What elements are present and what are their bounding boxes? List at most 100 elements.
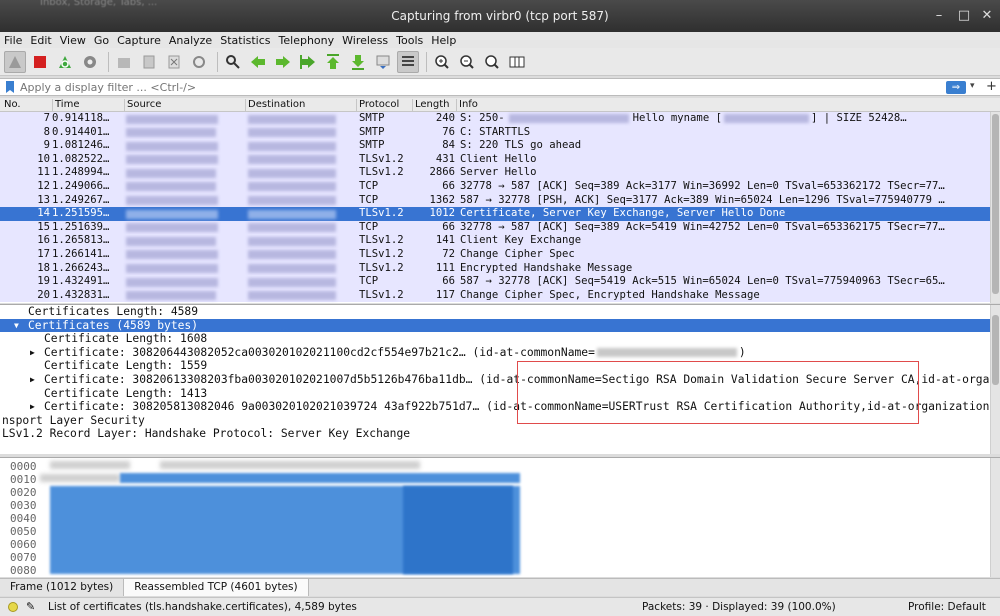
zoom-normal-icon[interactable] xyxy=(481,51,503,73)
packet-row[interactable]: 10 1.082522… TLSv1.2 431 Client Hello xyxy=(0,152,1000,167)
detail-tree-row[interactable]: Certificate Length: 1559 xyxy=(0,359,1000,373)
column-length[interactable]: Length xyxy=(412,99,450,112)
detail-tree-row[interactable]: nsport Layer Security xyxy=(0,414,1000,428)
expanded-arrow-icon[interactable]: ▼ xyxy=(14,321,19,330)
colorize-icon[interactable] xyxy=(397,50,419,73)
zoom-in-icon[interactable] xyxy=(431,51,453,73)
open-file-icon[interactable] xyxy=(113,51,135,73)
packet-time: 1.266243… xyxy=(52,261,110,274)
add-filter-button-icon[interactable]: + xyxy=(986,79,997,94)
packet-row[interactable]: 12 1.249066… TCP 66 32778 → 587 [ACK] Seq=38… xyxy=(0,179,1000,194)
close-file-icon[interactable] xyxy=(163,51,185,73)
go-first-icon[interactable] xyxy=(322,51,344,73)
packet-no: 20 xyxy=(37,288,50,301)
shark-fin-start-icon[interactable] xyxy=(4,50,26,73)
column-destination[interactable]: Destination xyxy=(245,99,305,112)
detail-text: Certificate Length: 1608 xyxy=(44,332,208,346)
detail-tree-row[interactable]: Certificates Length: 4589 xyxy=(0,305,1000,319)
packet-row[interactable]: 15 1.251639… TCP 66 32778 → 587 [ACK] Seq=38… xyxy=(0,220,1000,235)
packet-length: 66 xyxy=(442,275,455,288)
profile-label[interactable]: Profile: Default xyxy=(908,601,986,613)
scrollbar-thumb[interactable] xyxy=(992,114,999,294)
packet-time: 1.249066… xyxy=(52,179,110,192)
collapsed-arrow-icon[interactable]: ▶ xyxy=(30,348,35,357)
packet-row[interactable]: 18 1.266243… TLSv1.2 111 Encrypted Handshake… xyxy=(0,261,1000,276)
menu-file[interactable]: File xyxy=(4,34,22,47)
capture-options-icon[interactable] xyxy=(79,51,101,73)
packet-length: 141 xyxy=(435,234,455,247)
packet-row[interactable]: 13 1.249267… TCP 1362 587 → 32778 [PSH, ACK]… xyxy=(0,193,1000,208)
tab-reassembled-tcp[interactable]: Reassembled TCP (4601 bytes) xyxy=(124,579,309,596)
stop-capture-icon[interactable] xyxy=(29,51,51,73)
packet-row[interactable]: 8 0.914401… SMTP 76 C: STARTTLS xyxy=(0,125,1000,140)
packet-destination-redacted xyxy=(248,275,348,287)
column-info[interactable]: Info xyxy=(456,99,478,112)
packet-time: 1.081246… xyxy=(52,139,110,152)
packet-row[interactable]: 19 1.432491… TCP 66 587 → 32778 [ACK] Seq=54… xyxy=(0,275,1000,289)
edit-comment-icon[interactable]: ✎ xyxy=(26,600,35,613)
packet-time: 0.914401… xyxy=(52,125,110,138)
packet-no: 18 xyxy=(37,261,50,274)
restart-capture-icon[interactable] xyxy=(54,51,76,73)
menu-telephony[interactable]: Telephony xyxy=(279,34,335,47)
resize-columns-icon[interactable] xyxy=(506,51,528,73)
packet-row[interactable]: 16 1.265813… TLSv1.2 141 Client Key Exchange xyxy=(0,234,1000,248)
find-packet-icon[interactable] xyxy=(222,51,244,73)
detail-tree-row[interactable]: ▼ Certificates (4589 bytes) xyxy=(0,318,1000,333)
go-last-icon[interactable] xyxy=(347,51,369,73)
menu-wireless[interactable]: Wireless xyxy=(342,34,388,47)
apply-filter-arrow-icon[interactable]: ⇒ xyxy=(946,81,966,94)
packet-list-scrollbar[interactable] xyxy=(990,112,1000,303)
detail-tree-row[interactable]: ▶ Certificate: 30820613308203fba003020102… xyxy=(0,373,1000,387)
hex-offset: 0070 xyxy=(10,551,37,564)
zoom-out-icon[interactable] xyxy=(456,51,478,73)
menu-edit[interactable]: Edit xyxy=(30,34,51,47)
detail-tree-row[interactable]: Certificate Length: 1413 xyxy=(0,387,1000,401)
go-back-icon[interactable] xyxy=(247,51,269,73)
packet-destination-redacted xyxy=(248,194,348,206)
column-source[interactable]: Source xyxy=(124,99,161,112)
menu-capture[interactable]: Capture xyxy=(117,34,161,47)
packet-row[interactable]: 20 1.432831… TLSv1.2 117 Change Cipher Spec,… xyxy=(0,288,1000,303)
packet-row[interactable]: 17 1.266141… TLSv1.2 72 Change Cipher Spec xyxy=(0,247,1000,262)
display-filter-input[interactable] xyxy=(20,80,940,94)
menu-statistics[interactable]: Statistics xyxy=(220,34,270,47)
details-scrollbar[interactable] xyxy=(990,305,1000,454)
scrollbar-thumb[interactable] xyxy=(992,315,999,385)
collapsed-arrow-icon[interactable]: ▶ xyxy=(30,375,35,384)
close-icon[interactable]: ✕ xyxy=(980,9,994,23)
menu-help[interactable]: Help xyxy=(431,34,456,47)
collapsed-arrow-icon[interactable]: ▶ xyxy=(30,402,35,411)
detail-tree-row[interactable]: ▶ Certificate: 308205813082046 9a00302010… xyxy=(0,400,1000,414)
save-file-icon[interactable] xyxy=(138,51,160,73)
menu-analyze[interactable]: Analyze xyxy=(169,34,212,47)
expert-info-icon[interactable] xyxy=(8,602,18,612)
filter-dropdown-icon[interactable]: ▾ xyxy=(970,81,980,91)
autoscroll-icon[interactable] xyxy=(372,51,394,73)
bytes-scrollbar[interactable] xyxy=(990,458,1000,577)
packet-row[interactable]: 14 1.251595… TLSv1.2 1012 Certificate, Serve… xyxy=(0,207,1000,221)
packet-row[interactable]: 11 1.248994… TLSv1.2 2866 Server Hello xyxy=(0,166,1000,180)
menu-tools[interactable]: Tools xyxy=(396,34,423,47)
detail-tree-row[interactable]: Certificate Length: 1608 xyxy=(0,332,1000,346)
column-protocol[interactable]: Protocol xyxy=(356,99,399,112)
packet-row[interactable]: 9 1.081246… SMTP 84 S: 220 TLS go ahead xyxy=(0,139,1000,153)
bookmark-icon[interactable] xyxy=(3,80,17,94)
packet-row[interactable]: 7 0.914118… SMTP 240 S: 250- Hello myname [] … xyxy=(0,112,1000,126)
maximize-icon[interactable]: □ xyxy=(957,9,971,23)
packet-length: 1362 xyxy=(429,193,455,206)
go-forward-icon[interactable] xyxy=(272,51,294,73)
reload-icon[interactable] xyxy=(188,51,210,73)
detail-tree-row[interactable]: LSv1.2 Record Layer: Handshake Protocol:… xyxy=(0,427,1000,441)
menu-go[interactable]: Go xyxy=(94,34,109,47)
detail-tree-row[interactable]: ▶ Certificate: 308206443082052ca003020102… xyxy=(0,346,1000,360)
column-no[interactable]: No. xyxy=(2,99,21,112)
minimize-icon[interactable]: – xyxy=(932,9,946,23)
menu-view[interactable]: View xyxy=(60,34,86,47)
window-title: Capturing from virbr0 (tcp port 587) xyxy=(391,9,609,23)
go-to-packet-icon[interactable] xyxy=(297,51,319,73)
column-time[interactable]: Time xyxy=(52,99,79,112)
hex-offset: 0050 xyxy=(10,525,37,538)
detail-text: LSv1.2 Record Layer: Handshake Protocol:… xyxy=(2,427,411,441)
tab-frame[interactable]: Frame (1012 bytes) xyxy=(0,579,125,596)
